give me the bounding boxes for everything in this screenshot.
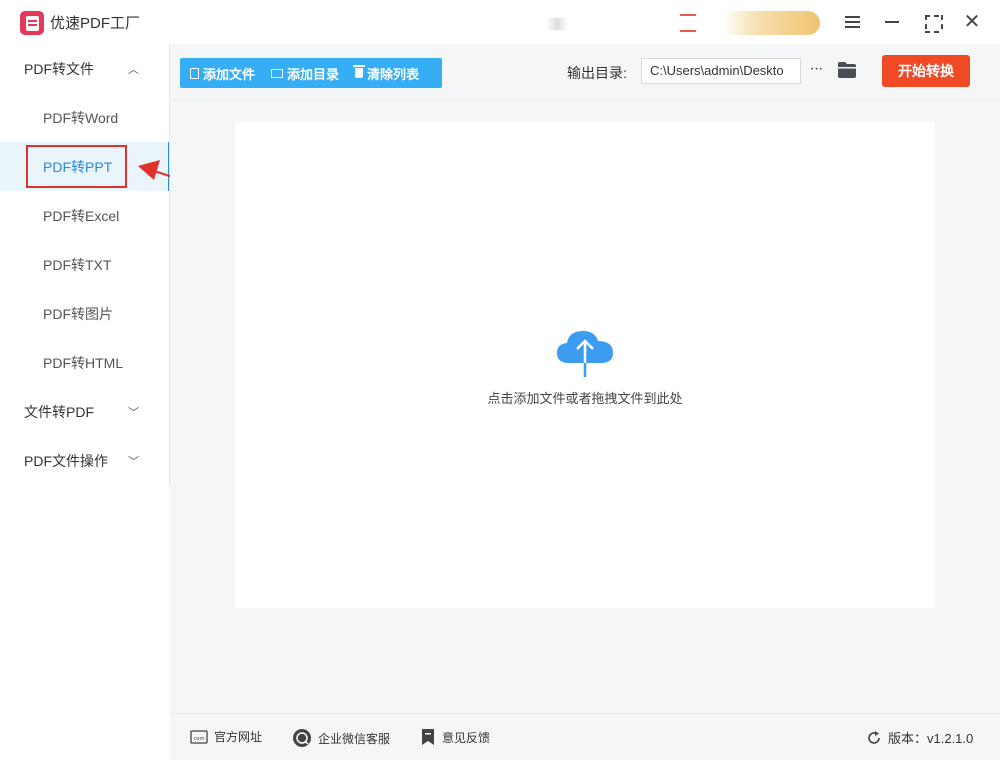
app-logo-icon <box>20 11 44 35</box>
add-file-label: 添加文件 <box>203 66 256 82</box>
main-panel: 添加文件 添加目录 清除列表 输出目录: C:\Users\admin\Desk… <box>170 44 1000 760</box>
sidebar-item-label: PDF转Word <box>43 109 119 126</box>
trash-icon <box>353 65 366 78</box>
maximize-icon[interactable] <box>920 10 944 34</box>
more-options-button[interactable]: ··· <box>807 58 825 84</box>
sidebar-item-pdf-to-txt[interactable]: PDF转TXT <box>0 240 170 289</box>
version-info: 版本：v1.2.1.0 <box>866 728 973 747</box>
title-bar: 优速PDF工厂 ✕ <box>0 0 1000 44</box>
menu-icon[interactable] <box>840 10 864 34</box>
footer-bar: com 官方网址 企业微信客服 意见反馈 版本：v1.2.1.0 <box>170 713 1000 760</box>
wechat-label: 企业微信客服 <box>318 731 391 746</box>
clear-list-button[interactable]: 清除列表 <box>345 58 425 88</box>
chevron-down-icon: ﹀ <box>128 455 139 468</box>
sidebar-group-label: 文件转PDF <box>24 403 94 420</box>
sidebar-group-pdf-operations[interactable]: PDF文件操作 ﹀ <box>0 436 170 485</box>
app-title: 优速PDF工厂 <box>50 15 141 32</box>
sidebar-group-label: PDF转文件 <box>24 60 94 77</box>
sidebar-item-label: PDF转HTML <box>43 354 124 371</box>
sidebar-item-label: PDF转Excel <box>43 207 120 224</box>
svg-text:com: com <box>194 736 205 742</box>
wechat-service-link[interactable]: 企业微信客服 <box>292 728 390 748</box>
chevron-up-icon: ︿ <box>128 63 139 76</box>
add-file-button[interactable]: 添加文件 <box>180 58 261 88</box>
vip-pill-button[interactable] <box>722 11 820 35</box>
website-label: 官方网址 <box>214 730 263 744</box>
open-folder-icon[interactable] <box>837 61 857 79</box>
add-folder-label: 添加目录 <box>287 66 340 82</box>
file-button-group: 添加文件 添加目录 清除列表 <box>180 58 442 88</box>
sidebar-item-label: PDF转图片 <box>43 305 113 322</box>
annotation-highlight-box <box>26 145 127 188</box>
sidebar-group-file-to-pdf[interactable]: 文件转PDF ﹀ <box>0 387 170 436</box>
output-dir-label: 输出目录: <box>567 65 627 81</box>
sidebar-item-pdf-to-image[interactable]: PDF转图片 <box>0 289 170 338</box>
toolbar: 添加文件 添加目录 清除列表 输出目录: C:\Users\admin\Desk… <box>170 44 1000 101</box>
blurred-widget <box>546 18 568 30</box>
file-icon <box>190 67 199 79</box>
cloud-upload-icon <box>557 331 613 377</box>
feedback-icon <box>420 728 436 746</box>
add-folder-button[interactable]: 添加目录 <box>261 58 345 88</box>
chevron-down-icon: ﹀ <box>128 406 139 419</box>
refresh-icon <box>866 730 882 746</box>
blurred-widget-red <box>680 14 696 32</box>
folder-icon <box>271 68 284 78</box>
official-website-link[interactable]: com 官方网址 <box>190 728 262 745</box>
start-convert-button[interactable]: 开始转换 <box>882 55 970 87</box>
file-drop-zone[interactable]: 点击添加文件或者拖拽文件到此处 <box>235 122 935 608</box>
feedback-link[interactable]: 意见反馈 <box>420 728 490 746</box>
website-icon: com <box>190 729 208 744</box>
sidebar-item-label: PDF转TXT <box>43 256 112 273</box>
output-dir-field[interactable]: C:\Users\admin\Deskto <box>641 58 801 84</box>
chat-icon <box>292 728 312 748</box>
feedback-label: 意见反馈 <box>442 730 491 745</box>
sidebar-group-label: PDF文件操作 <box>24 452 108 469</box>
minimize-icon[interactable] <box>880 10 904 34</box>
sidebar-item-pdf-to-html[interactable]: PDF转HTML <box>0 338 170 387</box>
sidebar-group-pdf-to-file[interactable]: PDF转文件 ︿ <box>0 44 170 93</box>
clear-list-label: 清除列表 <box>367 66 420 82</box>
version-label: 版本：v1.2.1.0 <box>888 731 974 746</box>
close-icon[interactable]: ✕ <box>960 10 984 34</box>
sidebar-item-pdf-to-word[interactable]: PDF转Word <box>0 93 170 142</box>
drop-hint-text: 点击添加文件或者拖拽文件到此处 <box>487 391 683 406</box>
